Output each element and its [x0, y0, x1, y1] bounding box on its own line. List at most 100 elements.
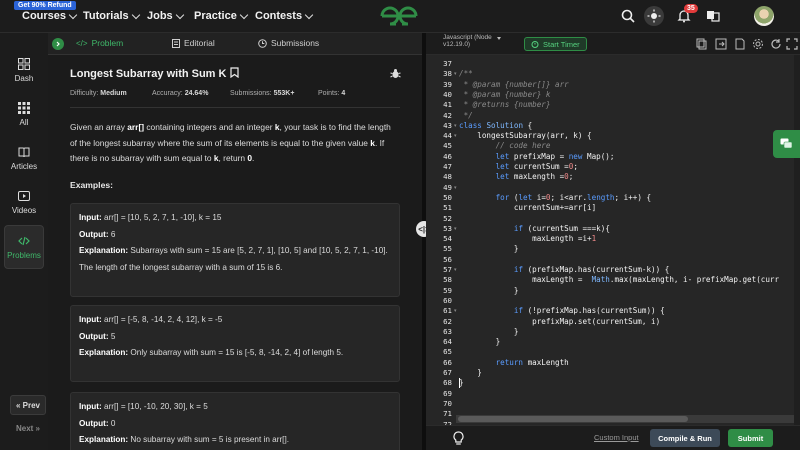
- settings-icon[interactable]: [752, 38, 764, 50]
- problem-title-text: Longest Subarray with Sum K: [70, 68, 227, 80]
- desc-bold: arr[]: [127, 122, 145, 132]
- line-number: 71: [443, 409, 452, 419]
- submissions-info: Submissions: 553K+: [230, 90, 294, 97]
- tab-editorial[interactable]: Editorial: [172, 38, 215, 48]
- fold-chevron-icon[interactable]: ▾: [454, 133, 457, 139]
- language-select[interactable]: Javascript (Node v12.19.0): [443, 34, 501, 48]
- example-label: Explanation:: [79, 348, 129, 357]
- line-number: 45: [443, 141, 452, 151]
- code-line: }: [459, 368, 482, 377]
- code-line: }: [459, 337, 501, 347]
- example-output: Output: 0: [79, 416, 391, 433]
- example-label: Input:: [79, 402, 102, 411]
- fold-chevron-icon[interactable]: ▾: [454, 185, 457, 191]
- nav-jobs[interactable]: Jobs: [147, 10, 184, 22]
- fold-chevron-icon[interactable]: ▾: [454, 267, 457, 273]
- avatar[interactable]: [754, 6, 774, 26]
- bookmark-icon[interactable]: [229, 67, 239, 79]
- nav-contests[interactable]: Contests: [255, 10, 314, 22]
- code-editor[interactable]: 37 38 ▾ 39 40 41 42 43 ▾ 44 ▾ 45 46 47 48 49 ▾ 50 51 52 53 ▾ 5…: [426, 55, 800, 425]
- meta-label: Accuracy:: [152, 90, 183, 97]
- accuracy-info: Accuracy: 24.64%: [152, 90, 208, 97]
- example-label: Output:: [79, 331, 109, 341]
- points-info: Points: 4: [318, 90, 345, 97]
- submit-button[interactable]: Submit: [728, 429, 773, 447]
- chat-icon: [780, 138, 793, 149]
- examples-heading: Examples:: [70, 180, 113, 190]
- tab-submissions[interactable]: Submissions: [258, 38, 319, 48]
- line-number: 50: [443, 192, 452, 202]
- chat-button[interactable]: [773, 130, 800, 158]
- sidebar-item-problems[interactable]: Problems: [4, 225, 44, 269]
- nav-label: Jobs: [147, 10, 173, 22]
- example-value: Only subarray with sum = 15 is [-5, 8, -…: [130, 348, 344, 357]
- nav-label: Practice: [194, 10, 237, 22]
- line-number: 61: [443, 306, 452, 316]
- lightbulb-icon[interactable]: [452, 431, 465, 446]
- fullscreen-icon[interactable]: [786, 38, 798, 50]
- theme-toggle-icon[interactable]: [644, 6, 664, 26]
- problem-description: Given an array arr[] containing integers…: [70, 120, 400, 167]
- left-sidebar: Dash All Articles Videos Problems « Prev…: [0, 33, 48, 450]
- code-line: if (prefixMap.has(currentSum-k)) {: [513, 265, 670, 274]
- line-number: 51: [443, 203, 452, 213]
- nav-label: Tutorials: [83, 10, 129, 22]
- copy-icon[interactable]: [696, 38, 708, 50]
- line-number: 44: [443, 131, 452, 141]
- import-icon[interactable]: [715, 38, 727, 50]
- fold-chevron-icon[interactable]: ▾: [454, 226, 457, 232]
- line-number: 38: [443, 69, 452, 79]
- timer-icon: [531, 41, 539, 48]
- difficulty-info: Difficulty: Medium: [70, 90, 127, 97]
- prev-problem-button[interactable]: « Prev: [10, 395, 46, 415]
- example-label: Explanation:: [79, 246, 129, 255]
- code-line: let prefixMap = new Map();: [495, 151, 615, 161]
- reset-icon[interactable]: [770, 38, 782, 50]
- code-line: class Solution {: [459, 120, 533, 130]
- code-line: * @param {number} k: [459, 89, 551, 99]
- line-number: 65: [443, 347, 452, 357]
- nav-practice[interactable]: Practice: [194, 10, 249, 22]
- compile-run-button[interactable]: Compile & Run: [650, 429, 720, 447]
- code-line: let maxLength =0;: [495, 172, 574, 182]
- translate-icon[interactable]: [703, 6, 723, 26]
- custom-input-link[interactable]: Custom Input: [594, 433, 639, 442]
- next-problem-button[interactable]: Next »: [10, 418, 46, 438]
- refund-promo-badge[interactable]: Get 90% Refund: [14, 1, 76, 10]
- sidebar-item-articles[interactable]: Articles: [4, 137, 44, 179]
- example-input: Input: arr[] = [-5, 8, -14, 2, 4, 12], k…: [79, 312, 391, 329]
- code-line: maxLength = Math.max(maxLength, i- prefi…: [459, 275, 780, 285]
- code-line: * @returns {number}: [459, 100, 551, 110]
- gfg-logo[interactable]: [379, 5, 419, 32]
- desc-text: containing integers and an integer: [144, 122, 275, 132]
- example-label: Output:: [79, 418, 109, 428]
- tab-problem[interactable]: </> Problem: [76, 38, 123, 48]
- chevron-down-icon: [239, 10, 249, 19]
- nav-tutorials[interactable]: Tutorials: [83, 10, 140, 22]
- horizontal-scroll-thumb[interactable]: [458, 416, 688, 422]
- sidebar-item-all[interactable]: All: [4, 93, 44, 135]
- example-explanation: Explanation: No subarray with sum = 5 is…: [79, 432, 391, 449]
- line-number: 46: [443, 151, 452, 161]
- divider: [70, 107, 400, 108]
- start-timer-button[interactable]: Start Timer: [524, 37, 587, 51]
- fold-chevron-icon[interactable]: ▾: [454, 123, 457, 129]
- fold-chevron-icon[interactable]: ▾: [454, 308, 457, 314]
- file-icon[interactable]: [734, 38, 746, 50]
- meta-label: Points:: [318, 90, 340, 97]
- line-number: 60: [443, 295, 452, 305]
- tab-label: Submissions: [271, 38, 320, 48]
- collapse-sidebar-icon[interactable]: [52, 38, 64, 50]
- fold-chevron-icon[interactable]: ▾: [454, 71, 457, 77]
- sidebar-item-dash[interactable]: Dash: [4, 49, 44, 91]
- nav-courses[interactable]: Courses: [22, 10, 78, 22]
- example-block: Input: arr[] = [-5, 8, -14, 2, 4, 12], k…: [70, 305, 400, 382]
- search-icon[interactable]: [618, 6, 638, 26]
- sidebar-item-videos[interactable]: Videos: [4, 181, 44, 223]
- line-number: 37: [443, 59, 452, 68]
- vertical-scrollbar[interactable]: [794, 55, 800, 425]
- line-number: 62: [443, 316, 452, 326]
- meta-label: Submissions:: [230, 90, 272, 97]
- bug-report-icon[interactable]: [390, 68, 401, 79]
- code-line: /**: [459, 69, 473, 79]
